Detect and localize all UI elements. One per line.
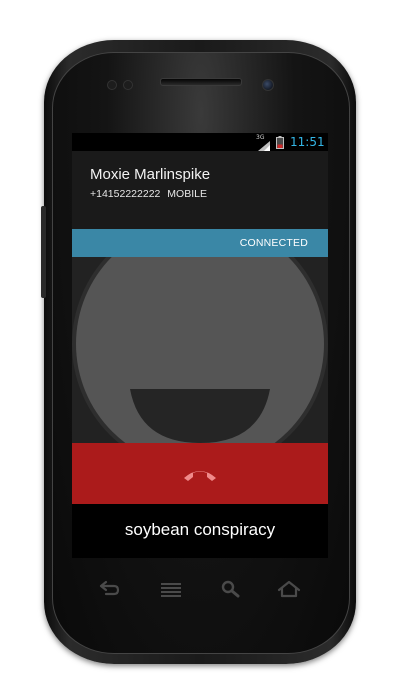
default-avatar-icon xyxy=(72,229,328,443)
call-status-bar: CONNECTED xyxy=(72,229,328,257)
caller-number: +14152222222 xyxy=(90,188,161,200)
search-button[interactable] xyxy=(216,574,246,604)
light-sensor xyxy=(123,80,133,90)
home-icon xyxy=(274,574,304,604)
back-button[interactable] xyxy=(94,574,124,604)
search-icon xyxy=(216,574,246,604)
caller-info: Moxie Marlinspike +14152222222 MOBILE xyxy=(72,151,328,229)
screen: 3G 11:51 Moxie Marlinspike +14152222222 xyxy=(72,133,328,558)
device-mockup: 3G 11:51 Moxie Marlinspike +14152222222 xyxy=(0,0,400,699)
volume-button[interactable] xyxy=(41,206,46,298)
menu-button[interactable] xyxy=(156,574,186,604)
contact-photo xyxy=(72,229,328,443)
status-bar: 3G 11:51 xyxy=(72,133,328,151)
home-button[interactable] xyxy=(274,574,304,604)
menu-icon xyxy=(156,574,186,604)
proximity-sensor xyxy=(107,80,117,90)
phone-hangup-icon xyxy=(182,466,218,487)
clock: 11:51 xyxy=(290,135,325,149)
earpiece-speaker xyxy=(160,78,242,86)
caller-name: Moxie Marlinspike xyxy=(90,166,211,183)
number-type-label: MOBILE xyxy=(167,188,207,200)
back-arrow-icon xyxy=(94,574,124,604)
softkey-bar xyxy=(72,574,328,604)
call-state: CONNECTED xyxy=(239,237,308,249)
front-camera xyxy=(262,79,274,91)
caption-text: soybean conspiracy xyxy=(124,520,276,539)
caption-bar: soybean conspiracy xyxy=(72,504,328,558)
caller-number-line: +14152222222 MOBILE xyxy=(90,188,207,200)
end-call-button[interactable] xyxy=(72,443,328,504)
